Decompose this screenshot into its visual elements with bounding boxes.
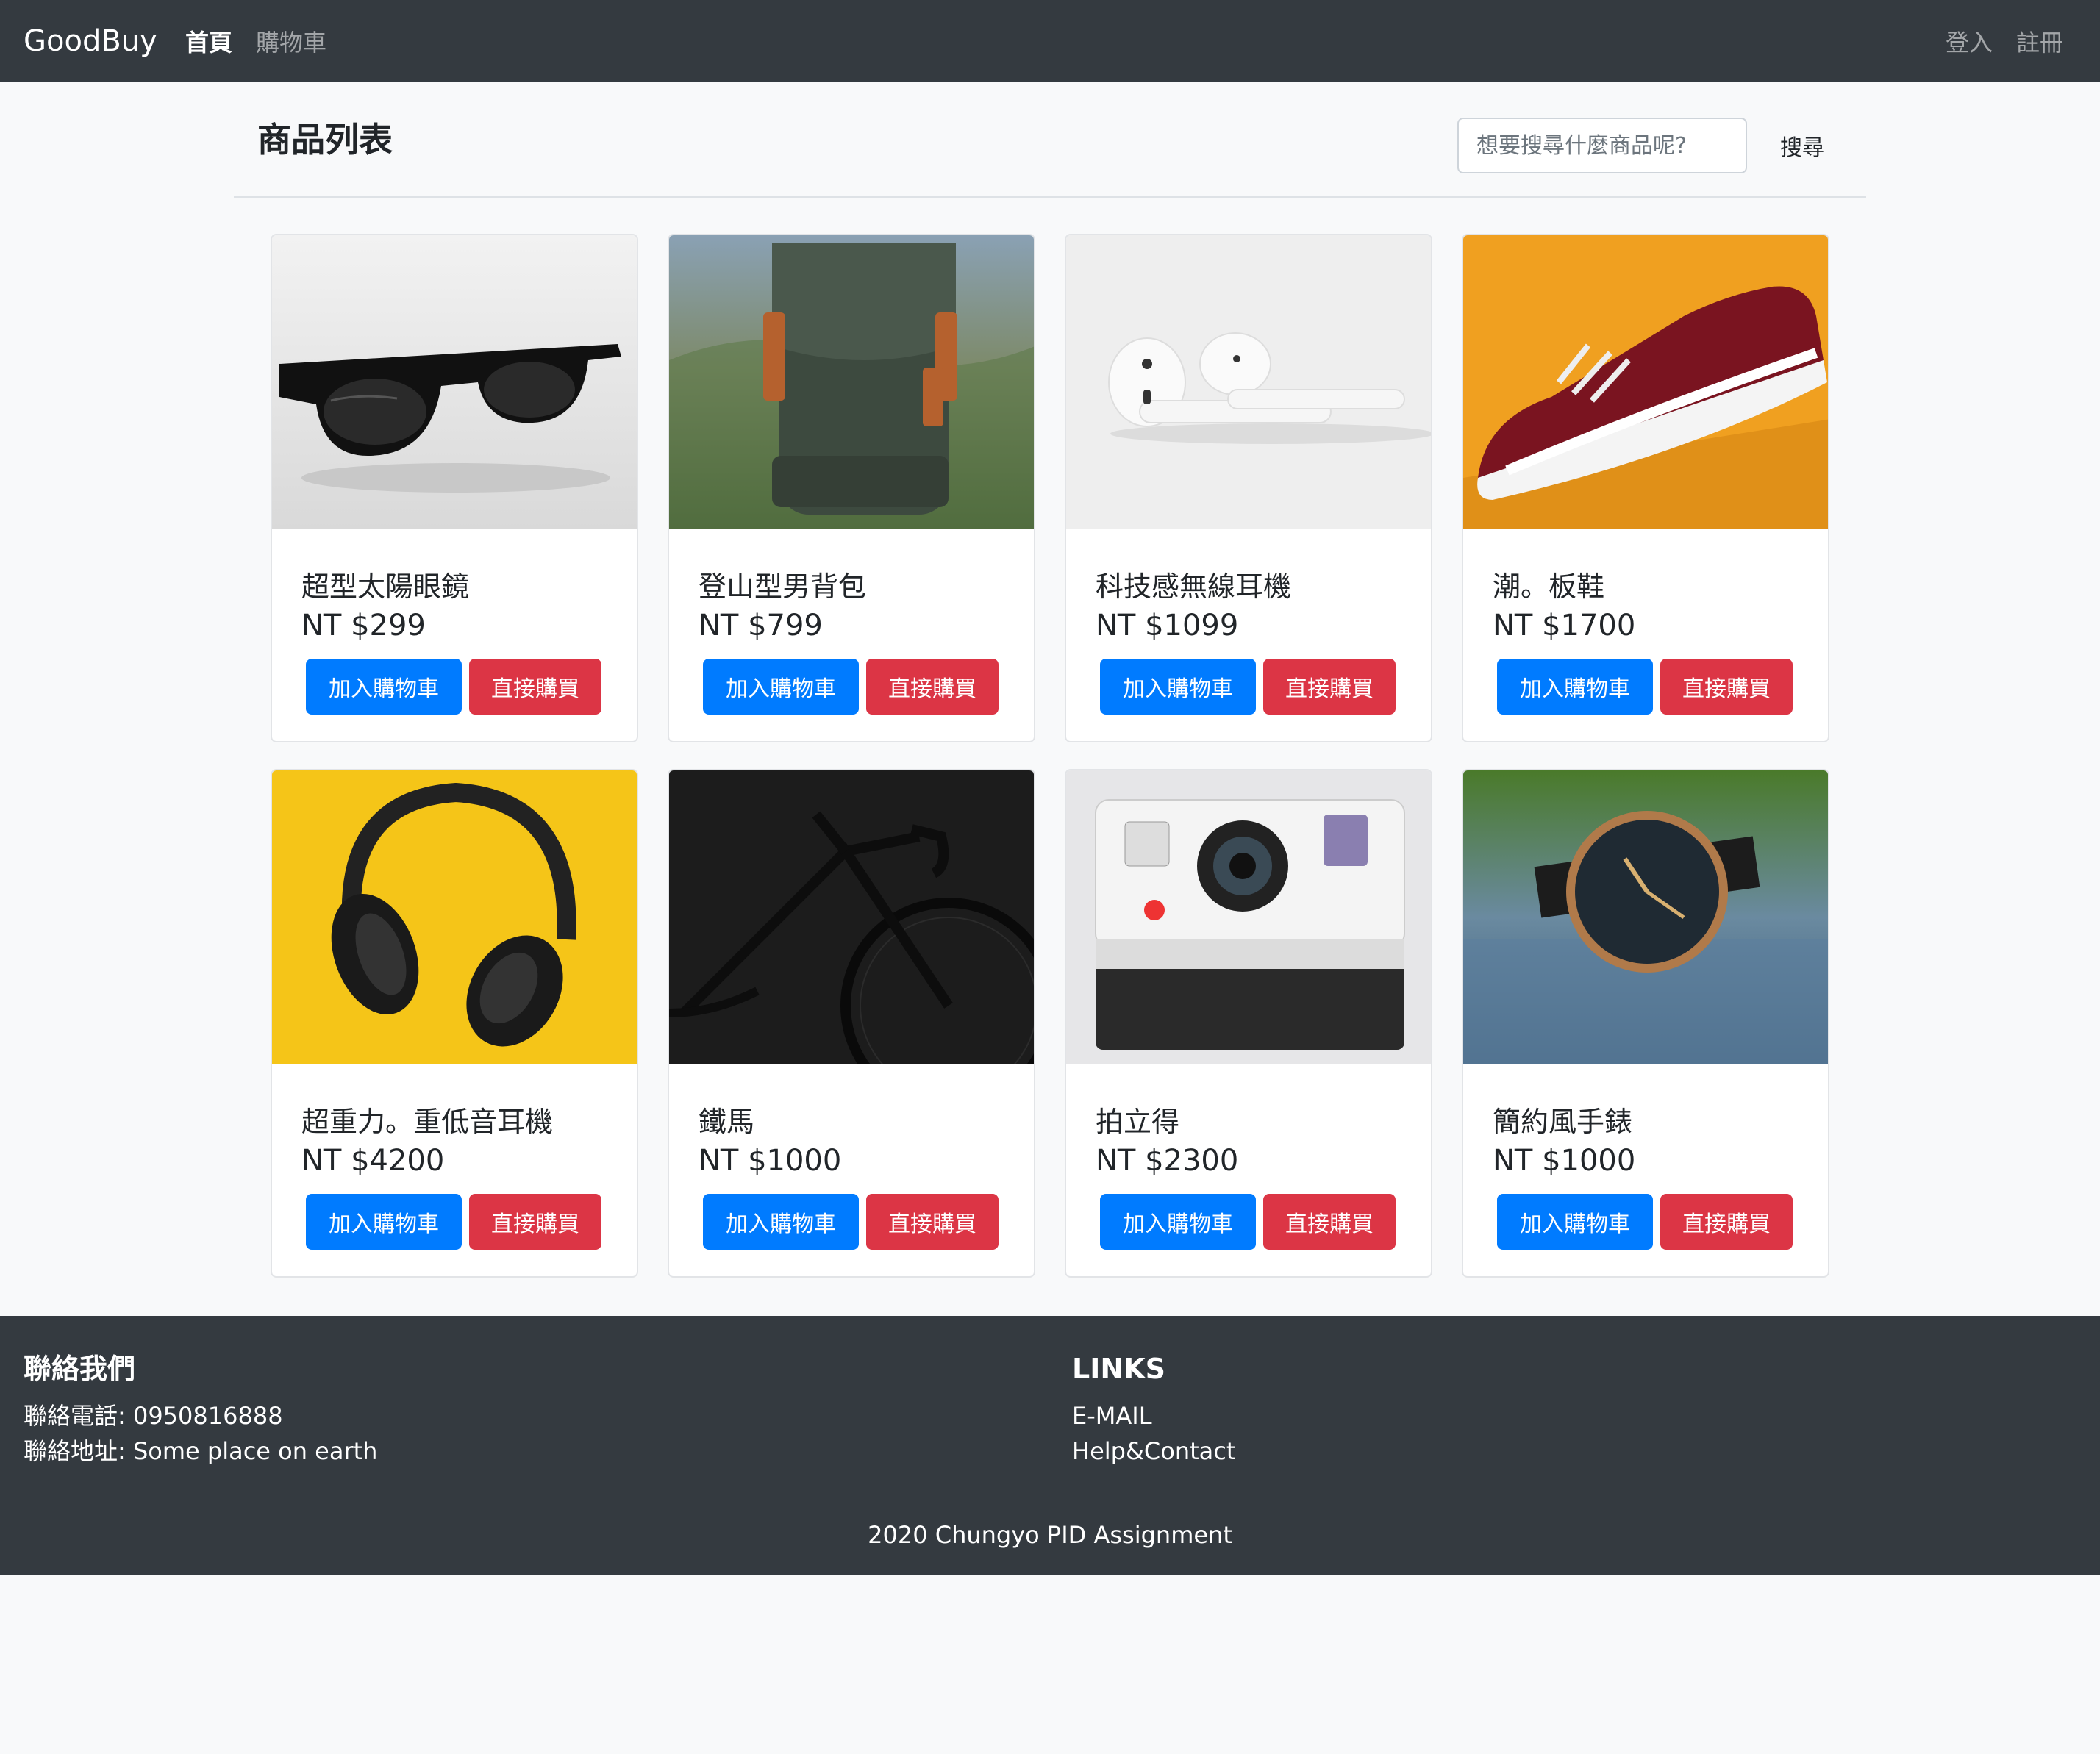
product-card: 簡約風手錶 NT $1000 加入購物車 直接購買 xyxy=(1462,769,1829,1278)
product-price: NT $299 xyxy=(301,609,426,642)
product-price: NT $1099 xyxy=(1096,609,1239,642)
add-to-cart-button[interactable]: 加入購物車 xyxy=(306,1194,462,1250)
product-name: 鐵馬 xyxy=(699,1106,755,1138)
buy-now-button[interactable]: 直接購買 xyxy=(469,1194,601,1250)
product-name: 登山型男背包 xyxy=(699,570,867,603)
footer-address: 聯絡地址: Some place on earth xyxy=(24,1437,378,1465)
wristwatch-image[interactable] xyxy=(1463,770,1828,1064)
product-name: 拍立得 xyxy=(1096,1106,1180,1138)
navbar: GoodBuy 首頁 購物車 登入 註冊 xyxy=(0,0,2100,82)
product-name: 超型太陽眼鏡 xyxy=(301,570,470,603)
product-card: 鐵馬 NT $1000 加入購物車 直接購買 xyxy=(668,769,1035,1278)
add-to-cart-button[interactable]: 加入購物車 xyxy=(1100,1194,1256,1250)
buy-now-button[interactable]: 直接購買 xyxy=(1660,1194,1793,1250)
product-price: NT $1000 xyxy=(1493,1144,1636,1178)
instant-camera-image[interactable] xyxy=(1066,770,1431,1064)
wireless-earbuds-image[interactable] xyxy=(1066,235,1431,529)
add-to-cart-button[interactable]: 加入購物車 xyxy=(703,1194,859,1250)
brand-logo[interactable]: GoodBuy xyxy=(24,21,157,62)
footer-link-help[interactable]: Help&Contact xyxy=(1072,1435,1235,1467)
footer: 聯絡我們 聯絡電話: 0950816888 聯絡地址: Some place o… xyxy=(0,1316,2100,1575)
add-to-cart-button[interactable]: 加入購物車 xyxy=(1497,659,1653,715)
buy-now-button[interactable]: 直接購買 xyxy=(469,659,601,715)
product-card: 登山型男背包 NT $799 加入購物車 直接購買 xyxy=(668,234,1035,742)
buy-now-button[interactable]: 直接購買 xyxy=(1660,659,1793,715)
footer-link-email[interactable]: E-MAIL xyxy=(1072,1400,1152,1432)
product-name: 超重力。重低音耳機 xyxy=(301,1106,554,1138)
footer-phone: 聯絡電話: 0950816888 xyxy=(24,1402,283,1430)
add-to-cart-button[interactable]: 加入購物車 xyxy=(1100,659,1256,715)
headphones-image[interactable] xyxy=(272,770,637,1064)
product-card: 超重力。重低音耳機 NT $4200 加入購物車 直接購買 xyxy=(271,769,638,1278)
header-divider xyxy=(234,196,1866,198)
buy-now-button[interactable]: 直接購買 xyxy=(1263,659,1396,715)
product-name: 科技感無線耳機 xyxy=(1096,570,1292,603)
nav-link-register[interactable]: 註冊 xyxy=(2016,26,2063,59)
buy-now-button[interactable]: 直接購買 xyxy=(866,659,999,715)
product-price: NT $799 xyxy=(699,609,823,642)
product-price: NT $2300 xyxy=(1096,1144,1239,1178)
footer-copyright: 2020 Chungyo PID Assignment xyxy=(868,1521,1232,1549)
nav-link-home[interactable]: 首頁 xyxy=(185,26,232,59)
product-name: 潮。板鞋 xyxy=(1493,570,1605,603)
product-name: 簡約風手錶 xyxy=(1493,1106,1633,1138)
product-price: NT $1000 xyxy=(699,1144,842,1178)
product-card: 拍立得 NT $2300 加入購物車 直接購買 xyxy=(1065,769,1432,1278)
footer-links-title: LINKS xyxy=(1072,1353,1165,1385)
add-to-cart-button[interactable]: 加入購物車 xyxy=(1497,1194,1653,1250)
product-card: 超型太陽眼鏡 NT $299 加入購物車 直接購買 xyxy=(271,234,638,742)
footer-contact-title: 聯絡我們 xyxy=(24,1353,136,1385)
product-card: 潮。板鞋 NT $1700 加入購物車 直接購買 xyxy=(1462,234,1829,742)
backpack-image[interactable] xyxy=(669,235,1034,529)
buy-now-button[interactable]: 直接購買 xyxy=(866,1194,999,1250)
add-to-cart-button[interactable]: 加入購物車 xyxy=(306,659,462,715)
nav-link-login[interactable]: 登入 xyxy=(1946,26,1993,59)
product-price: NT $1700 xyxy=(1493,609,1636,642)
sunglasses-image[interactable] xyxy=(272,235,637,529)
buy-now-button[interactable]: 直接購買 xyxy=(1263,1194,1396,1250)
product-price: NT $4200 xyxy=(301,1144,445,1178)
page-title: 商品列表 xyxy=(257,120,393,160)
product-card: 科技感無線耳機 NT $1099 加入購物車 直接購買 xyxy=(1065,234,1432,742)
sneaker-image[interactable] xyxy=(1463,235,1828,529)
search-button[interactable]: 搜尋 xyxy=(1762,118,1843,173)
add-to-cart-button[interactable]: 加入購物車 xyxy=(703,659,859,715)
search-input[interactable] xyxy=(1457,118,1747,173)
bicycle-image[interactable] xyxy=(669,770,1034,1064)
nav-link-cart[interactable]: 購物車 xyxy=(256,26,326,59)
